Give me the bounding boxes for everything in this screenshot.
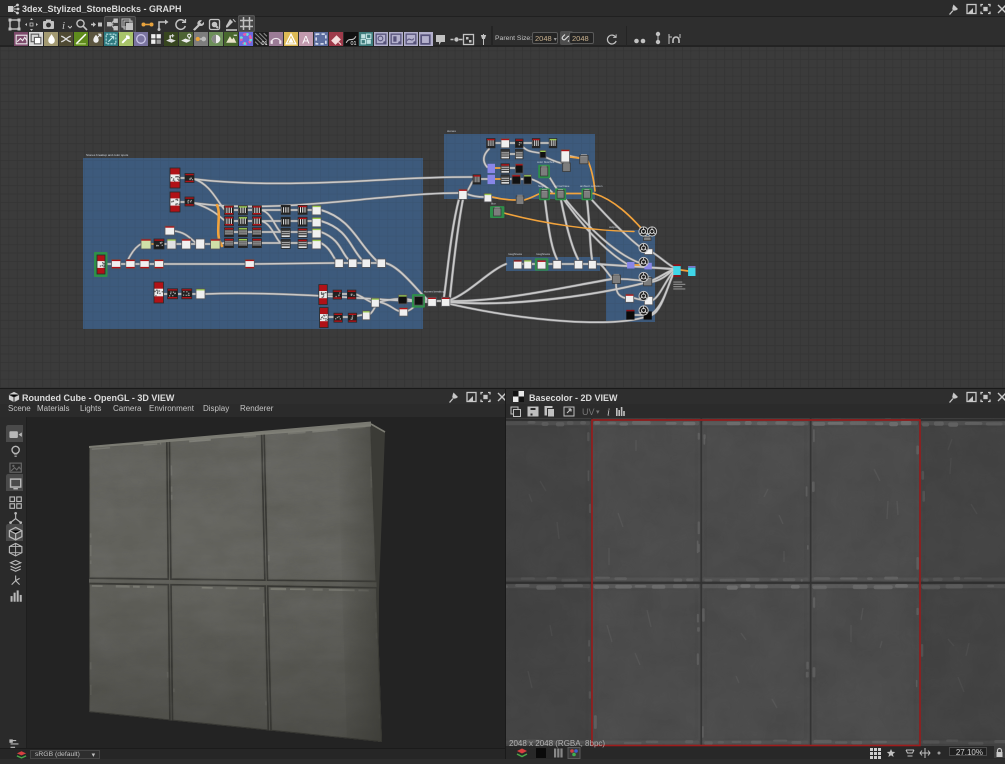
svg-text:▾: ▾: [596, 409, 600, 416]
svg-text:UV: UV: [582, 407, 595, 417]
svg-text:01: 01: [350, 41, 356, 46]
svg-text:normal base: normal base: [554, 184, 570, 188]
svg-text:A: A: [302, 34, 310, 46]
svg-text:ambient occlusion: ambient occlusion: [580, 184, 603, 188]
svg-text:color blotches: color blotches: [537, 160, 555, 164]
svg-text:Stones breakup and color spots: Stones breakup and color spots: [86, 153, 129, 157]
svg-text:stones breakup: stones breakup: [424, 290, 445, 294]
svg-text:roughness: roughness: [536, 252, 551, 256]
svg-text:height: height: [538, 184, 546, 188]
svg-text:01: 01: [262, 41, 268, 46]
svg-text:2048 x 2048 (RGBA, 8bpc): 2048 x 2048 (RGBA, 8bpc): [509, 739, 605, 748]
svg-text:roughness: roughness: [508, 252, 523, 256]
svg-text:i: i: [62, 20, 65, 31]
svg-text:i: i: [607, 408, 610, 419]
svg-text:stones: stones: [447, 129, 456, 133]
